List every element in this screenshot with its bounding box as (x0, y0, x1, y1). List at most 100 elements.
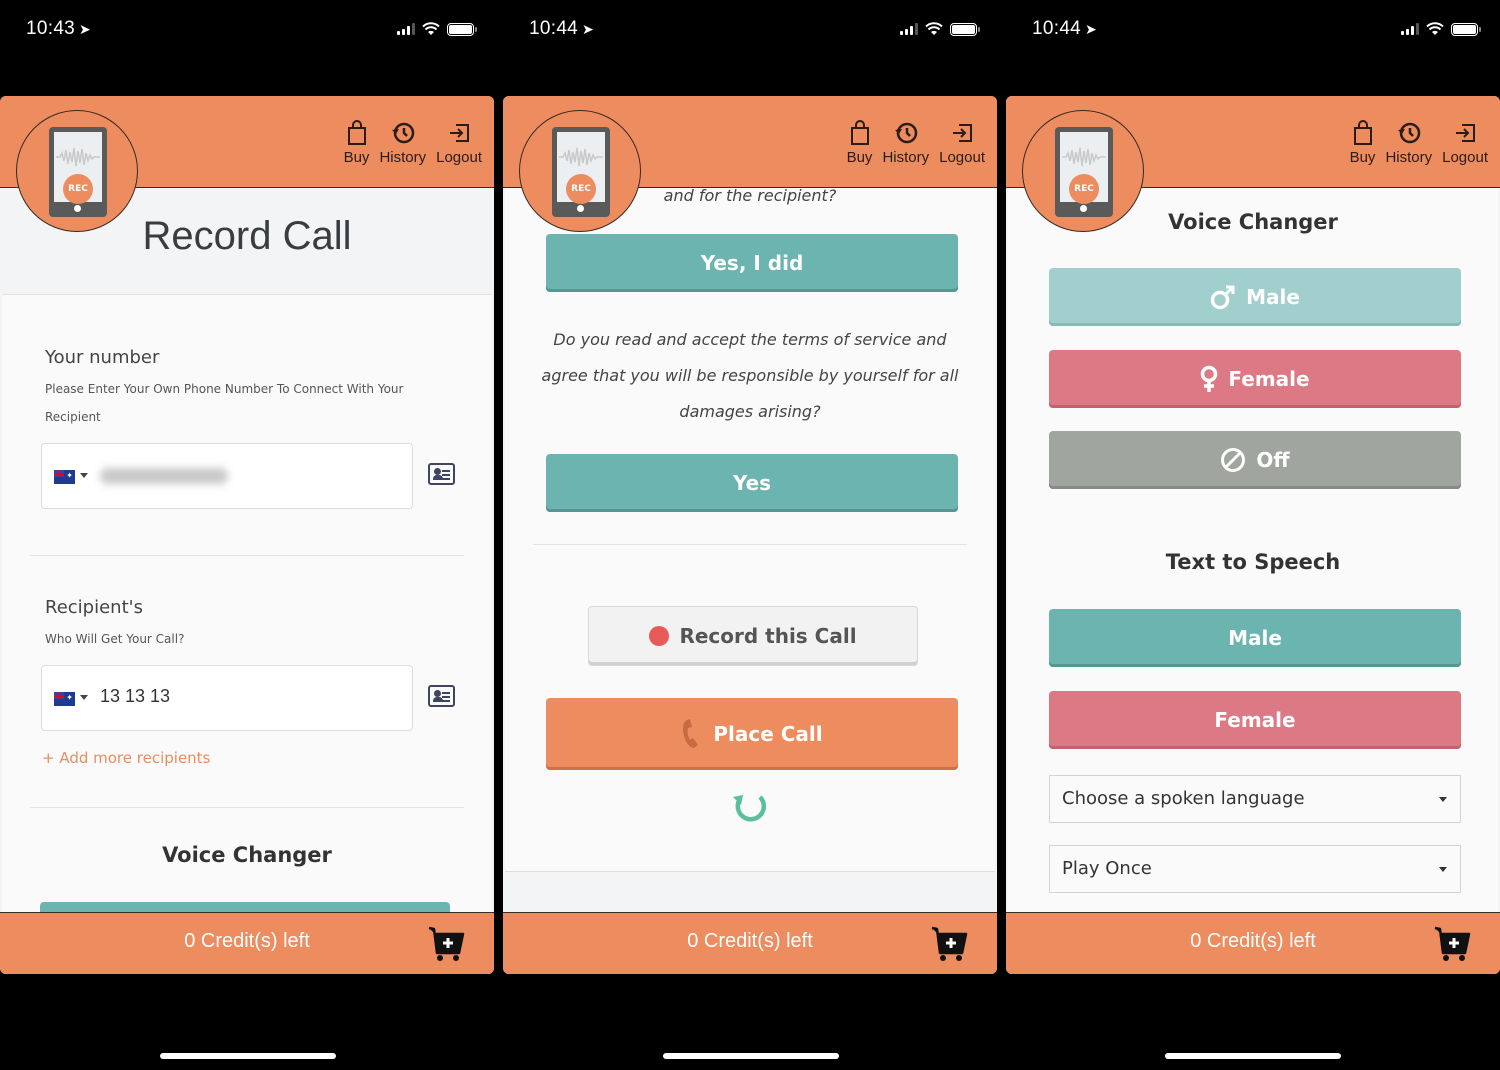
location-icon: ➤ (79, 21, 92, 37)
prohibited-icon (1221, 448, 1246, 472)
phone-screen-3: 10:44 ➤ Voice Changer Male Female Off Tex… (1006, 0, 1500, 1070)
history-icon (894, 122, 918, 144)
history-button[interactable]: History (379, 120, 426, 166)
yes-label: Yes (732, 471, 772, 495)
tts-female-button[interactable]: Female (1049, 691, 1461, 749)
play-mode-select[interactable]: Play Once (1049, 845, 1461, 893)
waveform-icon (559, 147, 603, 167)
yes-i-did-label: Yes, I did (700, 251, 804, 275)
history-button[interactable]: History (882, 120, 929, 166)
status-bar: 10:44 ➤ (1006, 0, 1500, 60)
battery-icon (447, 22, 477, 36)
buy-button[interactable]: Buy (1349, 120, 1376, 166)
home-indicator[interactable] (1165, 1053, 1341, 1059)
home-indicator[interactable] (663, 1053, 839, 1059)
country-dropdown-caret-icon[interactable] (80, 473, 88, 478)
yes-i-did-button[interactable]: Yes, I did (546, 234, 958, 292)
accept-terms-yes-button[interactable]: Yes (546, 454, 958, 512)
tts-female-label: Female (1214, 708, 1296, 732)
recipient-hint: Who Will Get Your Call? (45, 632, 185, 646)
blurred-phone-number (100, 468, 228, 484)
contact-card-icon[interactable] (428, 685, 455, 707)
text-to-speech-heading: Text to Speech (1165, 550, 1341, 574)
confirmation-card: and for the recipient? Yes, I did Do you… (505, 186, 995, 872)
top-nav: Buy History Logout (1350, 120, 1488, 166)
shopping-bag-icon (1353, 120, 1372, 145)
add-more-recipients-link[interactable]: + Add more recipients (42, 749, 210, 767)
history-icon (1397, 122, 1421, 144)
recipient-number-input[interactable]: 13 13 13 (41, 665, 413, 731)
logout-button[interactable]: Logout (1442, 120, 1488, 166)
app-logo: REC (1022, 110, 1144, 232)
credits-left: 0 Credit(s) left (687, 930, 813, 952)
status-bar: 10:44 ➤ (503, 0, 999, 60)
status-time: 10:44 (1032, 18, 1082, 39)
contact-card-icon[interactable] (428, 463, 455, 485)
country-dropdown-caret-icon[interactable] (80, 695, 88, 700)
add-to-cart-icon[interactable] (428, 925, 466, 963)
tts-male-button[interactable]: Male (1049, 609, 1461, 667)
history-button[interactable]: History (1385, 120, 1432, 166)
voice-changer-off-button[interactable]: Off (1049, 431, 1461, 489)
australia-flag-icon[interactable] (54, 692, 75, 706)
divider (30, 807, 464, 808)
record-dot-icon (649, 626, 670, 646)
location-icon: ➤ (1085, 21, 1098, 37)
wifi-icon (1426, 22, 1444, 35)
signal-icon (397, 23, 415, 35)
phone-icon (683, 719, 699, 748)
buy-label: Buy (846, 149, 873, 166)
app-window: and for the recipient? Yes, I did Do you… (503, 96, 997, 974)
rec-badge: REC (566, 174, 596, 204)
phone-screen-1: 10:43 ➤ Buy History Logout REC Record Ca… (0, 0, 496, 1070)
add-to-cart-icon[interactable] (931, 925, 969, 963)
battery-icon (950, 22, 980, 36)
wifi-icon (422, 22, 440, 35)
logout-icon (1456, 124, 1476, 142)
buy-label: Buy (1349, 149, 1376, 166)
buy-button[interactable]: Buy (343, 120, 370, 166)
logout-icon (953, 124, 973, 142)
logout-icon (450, 124, 470, 142)
your-number-label: Your number (45, 347, 160, 368)
logout-label: Logout (939, 149, 985, 166)
credits-bar: 0 Credit(s) left (503, 912, 997, 974)
logout-button[interactable]: Logout (939, 120, 985, 166)
buy-label: Buy (343, 149, 370, 166)
status-time: 10:43 (26, 18, 76, 39)
spoken-language-select[interactable]: Choose a spoken language (1049, 775, 1461, 823)
voice-options-card: Voice Changer Male Female Off Text to Sp… (1008, 188, 1498, 974)
voice-off-label: Off (1256, 448, 1290, 472)
credits-bar: 0 Credit(s) left (0, 912, 494, 974)
place-call-button[interactable]: Place Call (546, 698, 958, 770)
logout-button[interactable]: Logout (436, 120, 482, 166)
credits-left: 0 Credit(s) left (184, 930, 310, 952)
history-label: History (379, 149, 427, 166)
buy-button[interactable]: Buy (846, 120, 873, 166)
signal-icon (1401, 23, 1419, 35)
add-to-cart-icon[interactable] (1434, 925, 1472, 963)
home-indicator[interactable] (160, 1053, 336, 1059)
voice-changer-male-button[interactable]: Male (1049, 268, 1461, 326)
tts-male-label: Male (1228, 626, 1282, 650)
record-form-card: Your number Please Enter Your Own Phone … (2, 294, 492, 974)
top-nav: Buy History Logout (847, 120, 985, 166)
app-logo: REC (16, 110, 138, 232)
your-number-input[interactable] (41, 443, 413, 509)
app-window: Buy History Logout REC Record Call Your … (0, 96, 494, 974)
history-label: History (882, 149, 930, 166)
australia-flag-icon[interactable] (54, 470, 75, 484)
history-label: History (1385, 149, 1433, 166)
terms-question-text: Do you read and accept the terms of serv… (541, 330, 959, 421)
battery-icon (1451, 22, 1481, 36)
waveform-icon (56, 147, 100, 167)
wifi-icon (925, 22, 943, 35)
female-symbol-icon (1201, 365, 1218, 392)
voice-changer-female-button[interactable]: Female (1049, 350, 1461, 408)
record-this-call-button[interactable]: Record this Call (588, 606, 918, 666)
place-call-label: Place Call (713, 722, 823, 746)
logout-label: Logout (436, 149, 482, 166)
voice-changer-heading: Voice Changer (162, 843, 332, 867)
recipient-label: Recipient's (45, 597, 143, 618)
spoken-language-value: Choose a spoken language (1062, 788, 1305, 809)
